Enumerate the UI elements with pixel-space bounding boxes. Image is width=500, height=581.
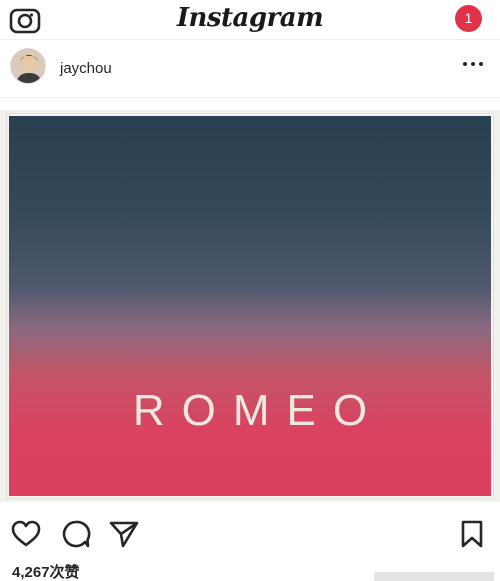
- top-bar: Instagram 1: [0, 0, 500, 40]
- avatar[interactable]: [10, 48, 46, 84]
- likes-count[interactable]: 4,267次赞: [12, 561, 80, 581]
- notification-badge[interactable]: 1: [455, 5, 482, 32]
- artwork-canvas: ROMEO: [9, 116, 491, 496]
- instagram-logo[interactable]: Instagram: [0, 0, 500, 36]
- heart-icon[interactable]: [10, 518, 42, 550]
- bookmark-icon[interactable]: [456, 518, 488, 550]
- artwork-title: ROMEO: [132, 386, 385, 435]
- share-icon[interactable]: [108, 518, 140, 550]
- watermark-bar: [374, 572, 494, 581]
- avatar-image: [11, 49, 45, 83]
- post-actions: [0, 512, 500, 556]
- post-header: jaychou: [0, 44, 500, 98]
- likes-suffix: 次赞: [49, 563, 80, 581]
- post-username[interactable]: jaychou: [60, 60, 112, 77]
- post-image[interactable]: ROMEO: [0, 110, 500, 502]
- more-dots-icon[interactable]: [462, 58, 484, 70]
- likes-number: 4,267: [12, 564, 50, 581]
- comment-icon[interactable]: [60, 518, 92, 550]
- artwork-frame: ROMEO: [6, 113, 494, 499]
